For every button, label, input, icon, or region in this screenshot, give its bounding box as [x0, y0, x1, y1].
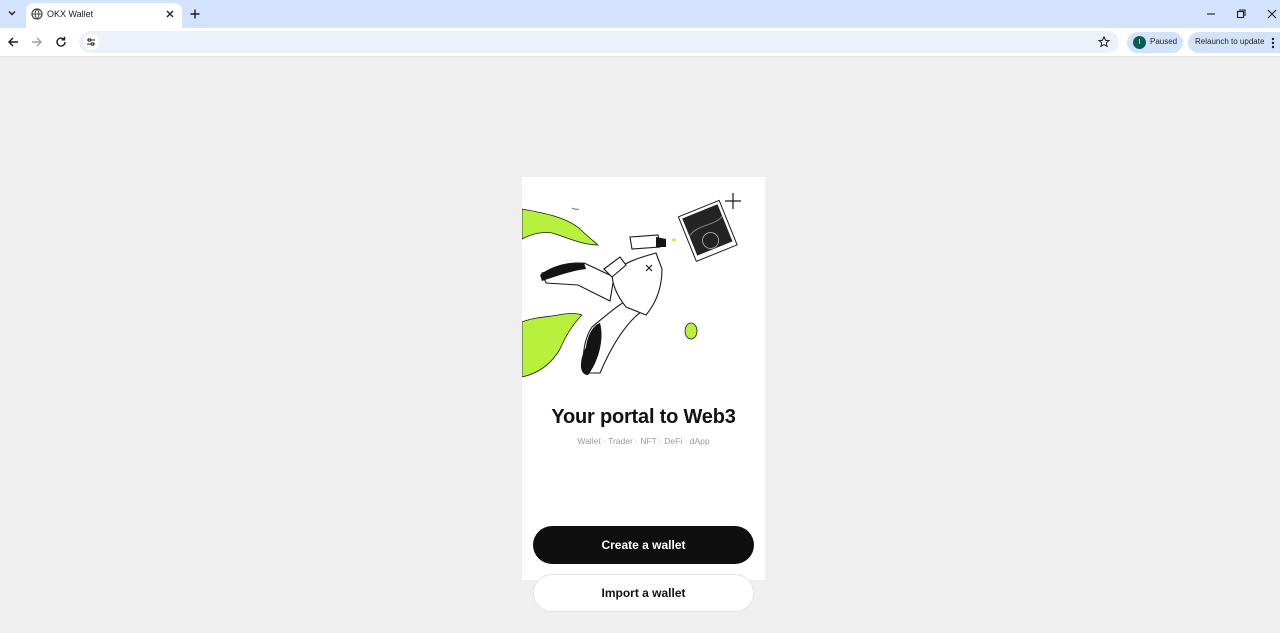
profile-button[interactable]: I Paused	[1127, 32, 1183, 53]
globe-icon	[31, 8, 43, 20]
close-icon[interactable]	[164, 8, 176, 20]
feature-list: Wallet · Trader · NFT · DeFi · dApp	[577, 436, 710, 446]
wallet-onboarding-card: Your portal to Web3 Wallet · Trader · NF…	[522, 177, 765, 580]
tab-strip: OKX Wallet	[0, 0, 1280, 28]
address-bar[interactable]	[79, 31, 1119, 53]
site-settings-icon[interactable]	[83, 34, 99, 50]
create-wallet-button[interactable]: Create a wallet	[533, 526, 754, 564]
tab-okx-wallet[interactable]: OKX Wallet	[26, 3, 182, 28]
restore-icon[interactable]	[1233, 6, 1249, 22]
tab-search-icon[interactable]	[3, 4, 21, 22]
relaunch-label: Relaunch to update	[1195, 37, 1265, 46]
astronaut-illustration	[522, 193, 741, 378]
plus-icon[interactable]	[187, 6, 203, 22]
kebab-menu-icon[interactable]	[1268, 34, 1278, 51]
import-wallet-button[interactable]: Import a wallet	[533, 574, 754, 612]
minimize-icon[interactable]	[1203, 6, 1219, 22]
star-icon[interactable]	[1096, 34, 1112, 50]
avatar: I	[1133, 36, 1146, 49]
relaunch-button[interactable]: Relaunch to update	[1188, 32, 1280, 53]
tab-title: OKX Wallet	[47, 9, 94, 19]
browser-toolbar: I Paused Relaunch to update	[0, 28, 1280, 57]
close-window-icon[interactable]	[1264, 6, 1280, 22]
reload-icon[interactable]	[53, 34, 69, 50]
back-arrow-icon[interactable]	[5, 34, 21, 50]
forward-arrow-icon[interactable]	[29, 34, 45, 50]
page-title: Your portal to Web3	[551, 406, 736, 428]
profile-status-label: Paused	[1150, 37, 1178, 46]
